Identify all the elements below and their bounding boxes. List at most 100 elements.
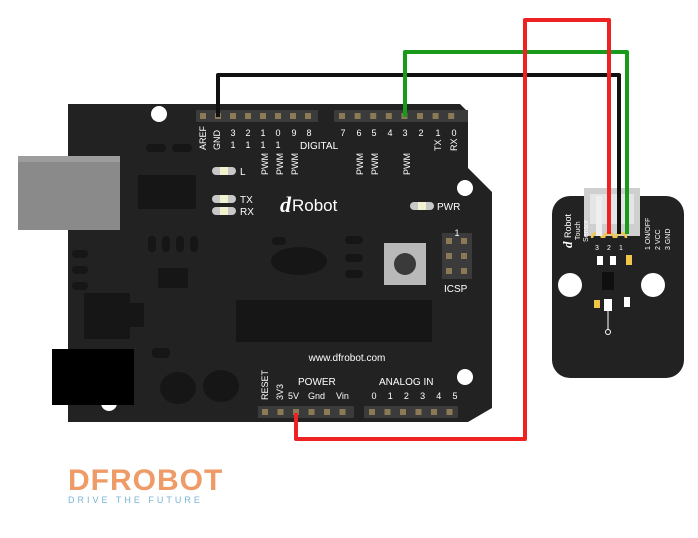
analog-pin-label-0: 0	[371, 391, 376, 401]
pwm-label-3: PWM	[402, 153, 412, 175]
pin-label-7: 7	[340, 128, 345, 138]
digital-header-left	[196, 110, 318, 122]
crystal	[271, 247, 327, 275]
arduino-board: 1 ICSP L TX RX PWR d Robot www.dfrobot.c…	[18, 104, 492, 422]
pwm-label-5: PWM	[370, 153, 380, 175]
pwm-label-9: PWM	[290, 153, 300, 175]
header-pin	[262, 409, 268, 415]
pin-label-13-tens: 1	[230, 140, 235, 150]
icsp-pin-one: 1	[454, 228, 459, 238]
header-pin	[417, 113, 423, 119]
led-rx-label: RX	[240, 207, 254, 218]
pin-label-12-tens: 1	[245, 140, 250, 150]
header-pin	[385, 113, 392, 119]
pin-label-5v: 5V	[288, 391, 299, 401]
header-pin	[369, 409, 375, 415]
led-l-label: L	[240, 167, 246, 178]
board-url: www.dfrobot.com	[308, 353, 386, 364]
header-pin	[230, 113, 236, 119]
digital-header-right	[334, 110, 468, 122]
pin-label-gnd-bottom: Gnd	[308, 391, 325, 401]
led-l	[212, 167, 236, 175]
header-pin	[384, 409, 391, 415]
board-brand: Robot	[292, 196, 338, 215]
pin-label-9: 9	[291, 128, 296, 138]
header-pin	[354, 113, 361, 119]
analog-pin-label-4: 4	[436, 391, 441, 401]
power-label: POWER	[298, 377, 336, 388]
pin-label-11-digit: 1	[260, 128, 265, 138]
led-pwr-label: PWR	[437, 202, 460, 213]
mount-hole	[151, 106, 167, 122]
pin-label-12-digit: 2	[245, 128, 250, 138]
sensor-dfrobot-d-icon: d	[560, 241, 575, 248]
logo-word: DFROBOT	[68, 464, 223, 497]
digital-label: DIGITAL	[300, 141, 339, 152]
header-pin	[308, 409, 315, 415]
sensor-pin-name-1: 1 ON/OFF	[645, 218, 652, 250]
sensor-mount-hole	[641, 273, 665, 297]
sensor-pin-name-2: 2 VCC	[655, 229, 662, 250]
sensor-resistor	[597, 256, 603, 265]
mount-hole	[457, 369, 473, 385]
power-jack	[52, 349, 134, 405]
pin-label-11-tens: 1	[260, 140, 265, 150]
header-pin	[200, 113, 206, 119]
analog-pin-label-1: 1	[388, 391, 393, 401]
pin-label-13-digit: 3	[230, 128, 235, 138]
pin-label-aref: AREF	[198, 125, 208, 150]
header-pin	[339, 113, 345, 119]
analog-pin-label-3: 3	[420, 391, 425, 401]
pwm-label-10: PWM	[275, 153, 285, 175]
header-pin	[448, 113, 455, 119]
header-pin	[260, 113, 266, 119]
pin-label-reset: RESET	[260, 369, 270, 400]
header-pin	[275, 113, 281, 119]
pin-label-5: 5	[371, 128, 376, 138]
analog-pin-label-5: 5	[452, 391, 457, 401]
pin-label-10-digit: 0	[275, 128, 280, 138]
analog-label: ANALOG IN	[379, 377, 433, 388]
analog-header	[364, 406, 458, 418]
sensor-ic	[602, 272, 614, 290]
sensor-type: Sensor	[583, 219, 590, 242]
header-pin	[277, 409, 284, 415]
pin-label-6: 6	[356, 128, 361, 138]
sensor-led	[626, 255, 632, 265]
pin-label-10-tens: 1	[275, 140, 280, 150]
header-pin	[446, 409, 453, 415]
header-pin	[432, 113, 439, 119]
header-pin	[400, 409, 406, 415]
header-pin	[290, 113, 296, 119]
icsp-label: ICSP	[444, 284, 468, 295]
rx-pin-label: RX	[449, 138, 459, 151]
led-tx	[212, 195, 236, 203]
logo-tagline: DRIVE THE FUTURE	[68, 495, 203, 505]
sensor-name: Touch	[575, 221, 582, 240]
regulator	[84, 293, 130, 339]
header-pin	[370, 113, 377, 119]
capacitor	[203, 370, 239, 402]
mount-hole	[457, 180, 473, 196]
led-rx	[212, 207, 236, 215]
mcu-chip	[236, 300, 432, 342]
header-pin	[339, 409, 346, 415]
sensor-pin-num-1: 1	[619, 245, 623, 252]
pin-label-0: 0	[451, 128, 456, 138]
pin-label-8: 8	[306, 128, 311, 138]
led-tx-label: TX	[240, 195, 253, 206]
header-pin	[415, 409, 422, 415]
wiring-diagram: 1 ICSP L TX RX PWR d Robot www.dfrobot.c…	[18, 18, 684, 505]
pin-label-4: 4	[387, 128, 392, 138]
usb-connector	[18, 156, 120, 230]
analog-pin-label-2: 2	[404, 391, 409, 401]
board-brand-logo: d Robot	[280, 192, 338, 217]
pin-label-3v3: 3V3	[275, 384, 285, 400]
sensor-mount-hole	[558, 273, 582, 297]
header-pin	[245, 113, 251, 119]
usb-chip	[138, 175, 196, 209]
header-pin	[431, 409, 437, 415]
dfrobot-logo: DFROBOT DRIVE THE FUTURE	[68, 464, 223, 505]
led-pwr	[410, 202, 434, 210]
capacitor	[160, 372, 196, 404]
